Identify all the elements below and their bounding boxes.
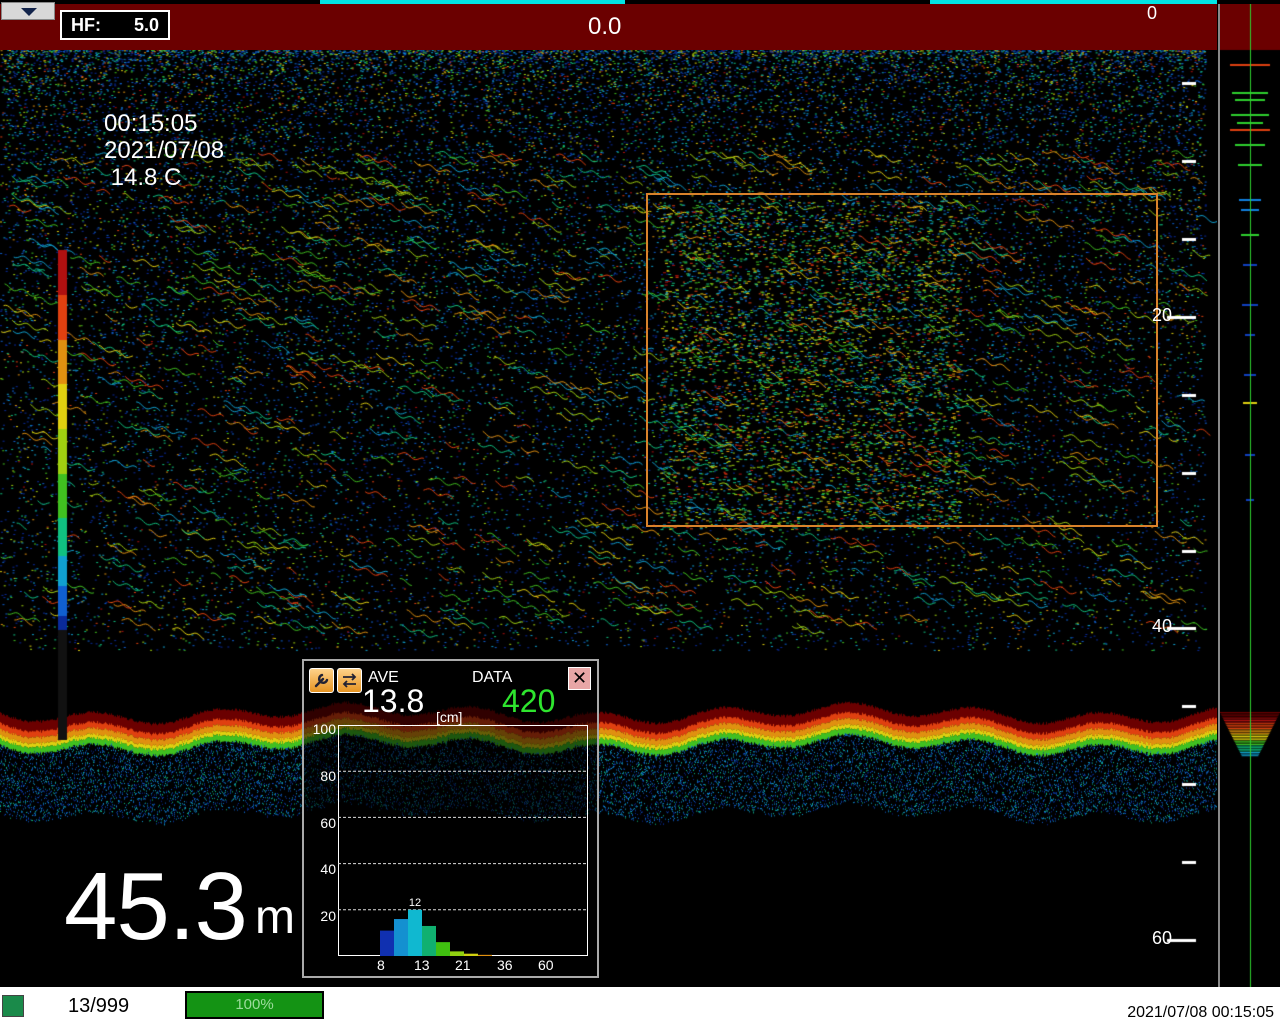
histogram-bar [464, 953, 478, 956]
a-scope-panel [1218, 4, 1280, 987]
a-scope-canvas [1220, 4, 1280, 987]
histogram-bar [408, 909, 422, 956]
histogram-window[interactable]: AVE DATA 13.8 420 [cm] ✕ 12 100 80 60 40… [302, 659, 599, 978]
time-readout: 00:15:05 [104, 110, 198, 137]
connection-icon[interactable] [2, 995, 24, 1017]
cyan-indicator-right [930, 0, 1217, 4]
histogram-bar [436, 942, 450, 956]
depth-scale-label: 60 [1151, 928, 1172, 948]
y-tick-label: 80 [320, 768, 336, 784]
speed-readout: 0.0 [588, 13, 622, 40]
date-readout: 2021/07/08 [104, 137, 225, 164]
histogram-bar [450, 951, 464, 956]
bottom-depth-value: 45.3 [64, 853, 248, 960]
x-tick-label: 60 [538, 957, 554, 973]
record-count: 13/999 [68, 995, 130, 1017]
cyan-indicator-left [320, 0, 625, 4]
peak-bar-label: 12 [409, 897, 421, 909]
y-tick-label: 20 [320, 908, 336, 924]
hf-value: 5.0 [133, 15, 159, 35]
depth-scale-label: 0 [1146, 3, 1157, 23]
y-tick-label: 40 [320, 861, 336, 877]
bottom-depth-unit: m [255, 891, 295, 944]
histogram-chart: 12 [338, 770, 588, 956]
temperature-readout: 14.8 C [104, 164, 182, 191]
progress-label: 100% [235, 996, 274, 1013]
y-tick-label: 100 [312, 721, 336, 737]
status-datetime: 2021/07/08 00:15:05 [1127, 1004, 1274, 1021]
histogram-bar [478, 954, 492, 956]
menu-dropdown-button[interactable] [1, 2, 55, 20]
hf-label: HF: [71, 15, 101, 35]
x-tick-label: 13 [414, 957, 430, 973]
histogram-bar [380, 930, 394, 956]
selection-box[interactable] [646, 193, 1158, 527]
x-tick-label: 21 [455, 957, 471, 973]
depth-scale-label: 40 [1151, 616, 1172, 636]
histogram-bar [394, 919, 408, 956]
progress-bar: 100% [185, 991, 324, 1019]
x-tick-label: 8 [377, 957, 385, 973]
hf-gain-box[interactable]: HF: 5.0 [60, 10, 170, 40]
depth-scale-label: 20 [1151, 305, 1172, 325]
histogram-bar [422, 925, 436, 956]
header-bar: HF: 5.0 0.0 [0, 0, 1217, 50]
chevron-down-icon [21, 8, 37, 16]
status-bar: 13/999 100% 2021/07/08 00:15:05 [0, 987, 1280, 1024]
y-tick-label: 60 [320, 815, 336, 831]
x-tick-label: 36 [497, 957, 513, 973]
